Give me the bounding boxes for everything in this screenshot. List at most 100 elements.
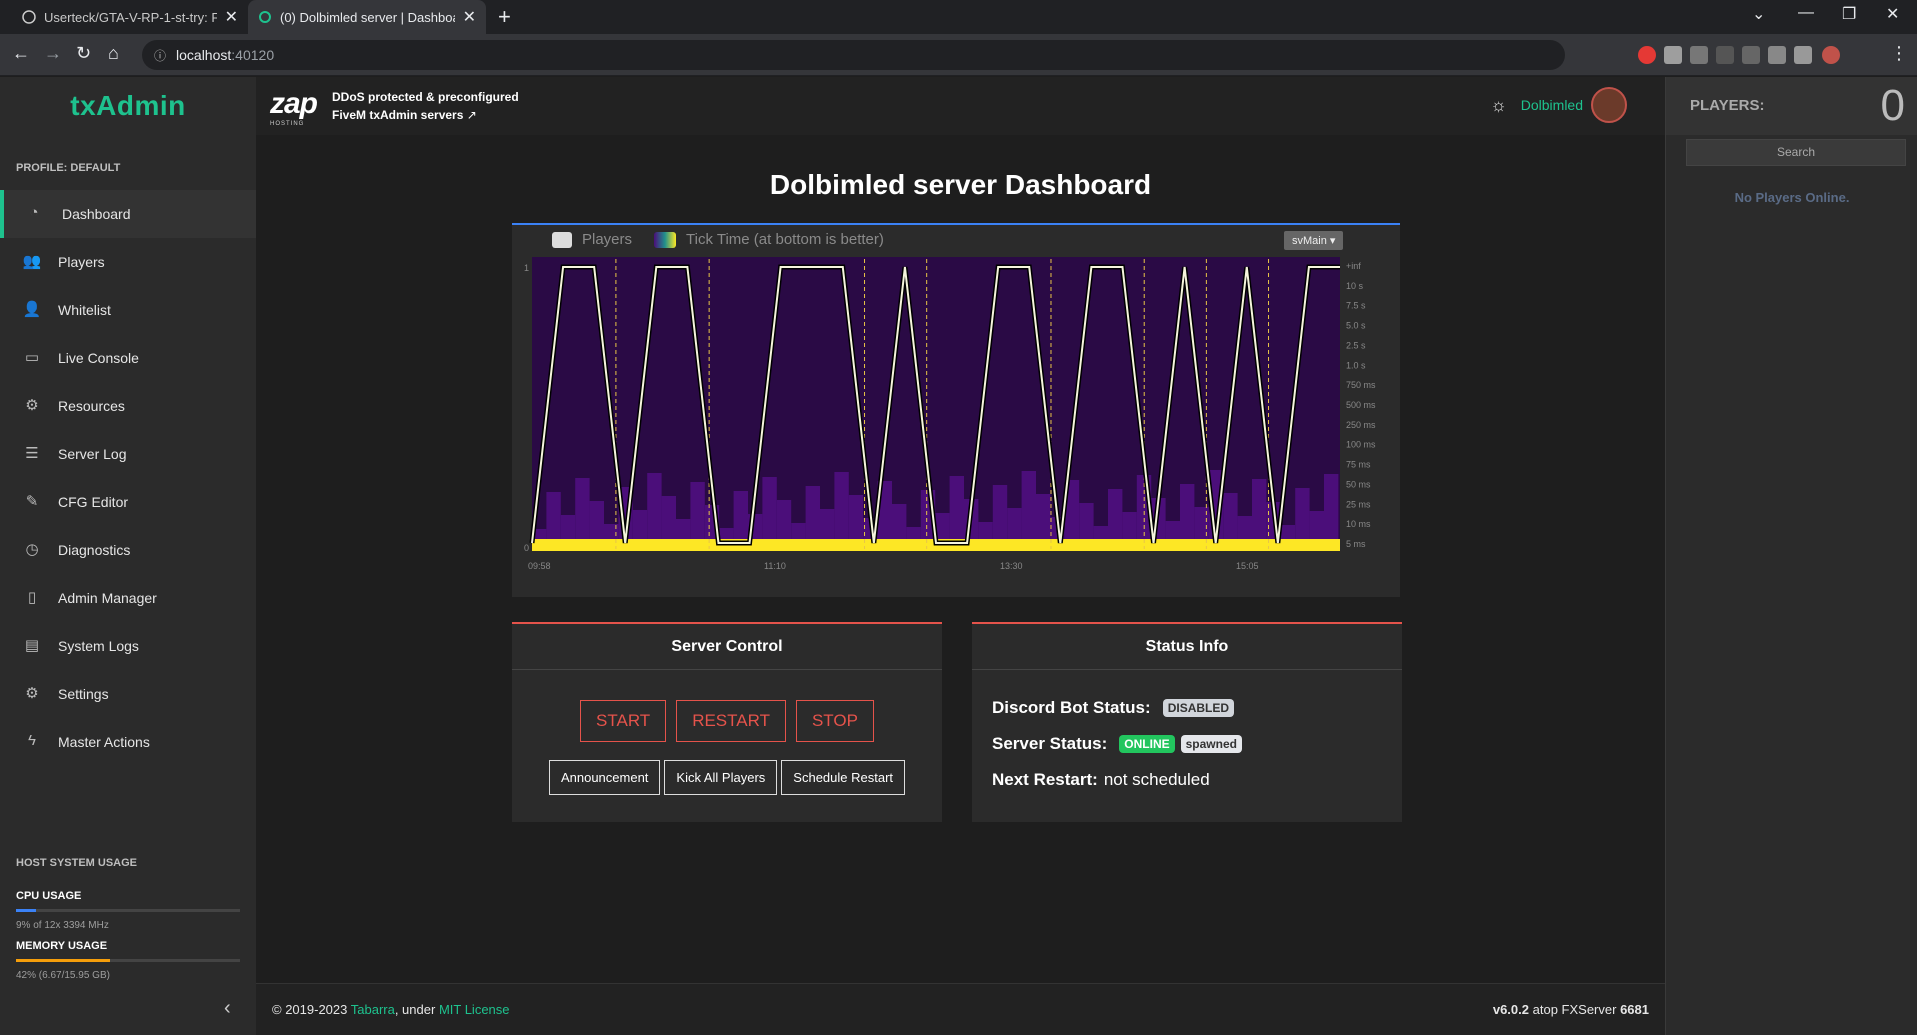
close-tab-icon[interactable]: ✕	[225, 7, 238, 27]
gauge-icon: ◷	[25, 541, 39, 558]
avatar[interactable]	[1591, 87, 1627, 123]
heatmap-cell	[906, 527, 921, 539]
stop-button[interactable]: STOP	[795, 700, 874, 742]
sidebar-item-admin-manager[interactable]: ▯ Admin Manager	[0, 574, 256, 622]
heatmap-cell	[1079, 503, 1094, 539]
author-link[interactable]: Tabarra	[351, 1002, 395, 1017]
browser-tab-dashboard[interactable]: (0) Dolbimled server | Dashboard ✕	[248, 0, 486, 34]
close-tab-icon[interactable]: ✕	[463, 7, 476, 27]
txadmin-logo[interactable]: txAdmin	[0, 77, 256, 135]
username[interactable]: Dolbimled	[1521, 97, 1583, 113]
memory-usage-label: MEMORY USAGE	[16, 940, 108, 952]
y-right-tick: 250 ms	[1346, 420, 1376, 430]
heatmap-cell	[949, 476, 964, 539]
browser-tab-github[interactable]: Userteck/GTA-V-RP-1-st-try: First ✕	[12, 0, 248, 34]
sidepanel-icon[interactable]	[1794, 46, 1812, 64]
menu-icon[interactable]: ⋮	[1890, 43, 1908, 64]
y-right-tick: 5 ms	[1346, 539, 1366, 549]
heatmap-cell	[690, 482, 705, 539]
server-status-label: Server Status:	[992, 734, 1108, 753]
x-ticks: 09:58 11:10 13:30 15:05	[528, 561, 1259, 571]
y-right-tick: 75 ms	[1346, 460, 1371, 470]
sidebar-item-label: Settings	[58, 686, 109, 702]
heatmap-cell	[1108, 489, 1123, 539]
y-right-tick: 2.5 s	[1346, 340, 1366, 350]
close-window-icon[interactable]: ✕	[1886, 4, 1899, 24]
sidebar-item-cfg-editor[interactable]: ✎ CFG Editor	[0, 478, 256, 526]
footer: © 2019-2023 Tabarra, under MIT License v…	[256, 983, 1665, 1035]
sidebar-item-whitelist[interactable]: 👤 Whitelist	[0, 286, 256, 334]
next-restart-value: not scheduled	[1103, 770, 1210, 789]
announcement-button[interactable]: Announcement	[548, 760, 661, 795]
sidebar-item-label: Resources	[58, 398, 125, 414]
heatmap-cell	[546, 492, 561, 539]
collapse-sidebar-icon[interactable]: ‹	[224, 997, 231, 1020]
back-icon[interactable]: ←	[12, 43, 30, 64]
extension-icon[interactable]	[1742, 46, 1760, 64]
minimize-icon[interactable]: —	[1798, 4, 1814, 22]
cpu-usage-fill	[16, 909, 37, 912]
restore-icon[interactable]: ❐	[1842, 4, 1856, 24]
sidebar-item-diagnostics[interactable]: ◷ Diagnostics	[0, 526, 256, 574]
schedule-restart-button[interactable]: Schedule Restart	[781, 760, 906, 795]
tab-search-icon[interactable]: ⌄	[1752, 4, 1765, 24]
sidebar-item-server-log[interactable]: ☰ Server Log	[0, 430, 256, 478]
adblock-extension-icon[interactable]	[1638, 46, 1656, 64]
sidebar-item-live-console[interactable]: ▭ Live Console	[0, 334, 256, 382]
tab-label: (0) Dolbimled server | Dashboard	[280, 9, 455, 25]
heatmap-cell	[719, 528, 734, 539]
footer-copyright: © 2019-2023 Tabarra, under MIT License	[272, 1002, 510, 1017]
tab-label: Userteck/GTA-V-RP-1-st-try: First	[44, 9, 217, 25]
y-right-tick: 100 ms	[1346, 440, 1376, 450]
sidebar-item-system-logs[interactable]: ▤ System Logs	[0, 622, 256, 670]
new-tab-icon[interactable]: +	[498, 4, 511, 30]
home-icon[interactable]: ⌂	[108, 43, 119, 64]
host-usage-title: HOST SYSTEM USAGE	[16, 857, 138, 869]
sidebar-item-label: Whitelist	[58, 302, 111, 318]
heatmap-cell	[1036, 494, 1051, 539]
kick-all-players-button[interactable]: Kick All Players	[664, 760, 778, 795]
heatmap-cell	[1007, 508, 1022, 539]
address-bar: ← → ↻ ⌂ ⓘ localhost :40120 ⋮	[0, 34, 1917, 76]
sidebar: txAdmin PROFILE: DEFAULT ◔ Dashboard 👥 P…	[0, 77, 256, 1035]
license-link[interactable]: MIT License	[439, 1002, 510, 1017]
dashboard-icon: ◔	[29, 204, 39, 221]
bolt-icon: ϟ	[28, 732, 36, 749]
heatmap-cell	[733, 491, 748, 539]
players-label: PLAYERS:	[1690, 97, 1765, 114]
extension-icon[interactable]	[1716, 46, 1734, 64]
theme-toggle-icon[interactable]: ☼	[1490, 95, 1507, 116]
sidebar-item-dashboard[interactable]: ◔ Dashboard	[0, 190, 256, 238]
cpu-usage-detail: 9% of 12x 3394 MHz	[16, 920, 109, 931]
heatmap-cell	[791, 523, 806, 539]
puzzle-icon[interactable]	[1768, 46, 1786, 64]
txadmin-app: txAdmin PROFILE: DEFAULT ◔ Dashboard 👥 P…	[0, 77, 1917, 1035]
sidebar-item-players[interactable]: 👥 Players	[0, 238, 256, 286]
sidebar-item-resources[interactable]: ⚙ Resources	[0, 382, 256, 430]
zap-hosting-logo[interactable]: zap	[270, 87, 318, 121]
player-search-input[interactable]: Search	[1686, 139, 1906, 166]
restart-button[interactable]: RESTART	[676, 700, 786, 742]
reload-icon[interactable]: ↻	[76, 43, 91, 64]
url-input[interactable]: ⓘ localhost :40120	[142, 40, 1565, 70]
y-right-tick: 1.0 s	[1346, 360, 1366, 370]
extension-icon[interactable]	[1690, 46, 1708, 64]
profile-avatar-icon[interactable]	[1822, 46, 1840, 64]
y-right-tick: 10 s	[1346, 281, 1364, 291]
info-icon[interactable]: ⓘ	[154, 47, 166, 64]
extension-icon[interactable]	[1664, 46, 1682, 64]
y-right-tick: +inf	[1346, 261, 1361, 271]
heatmap-cell	[1021, 471, 1036, 539]
start-button[interactable]: START	[580, 700, 667, 742]
forward-icon[interactable]: →	[44, 43, 62, 64]
terminal-icon: ▭	[24, 349, 40, 366]
topbar: zap HOSTING DDoS protected & preconfigur…	[256, 77, 1665, 135]
next-restart-line: Next Restart: not scheduled	[992, 770, 1210, 790]
heatmap-cell	[1122, 512, 1137, 539]
sidebar-item-master-actions[interactable]: ϟ Master Actions	[0, 718, 256, 766]
github-icon	[22, 10, 36, 24]
heatmap-cell	[805, 486, 820, 539]
gear-icon: ⚙	[25, 685, 39, 702]
sidebar-item-settings[interactable]: ⚙ Settings	[0, 670, 256, 718]
zap-hosting-ad[interactable]: DDoS protected & preconfigured FiveM txA…	[332, 88, 519, 124]
